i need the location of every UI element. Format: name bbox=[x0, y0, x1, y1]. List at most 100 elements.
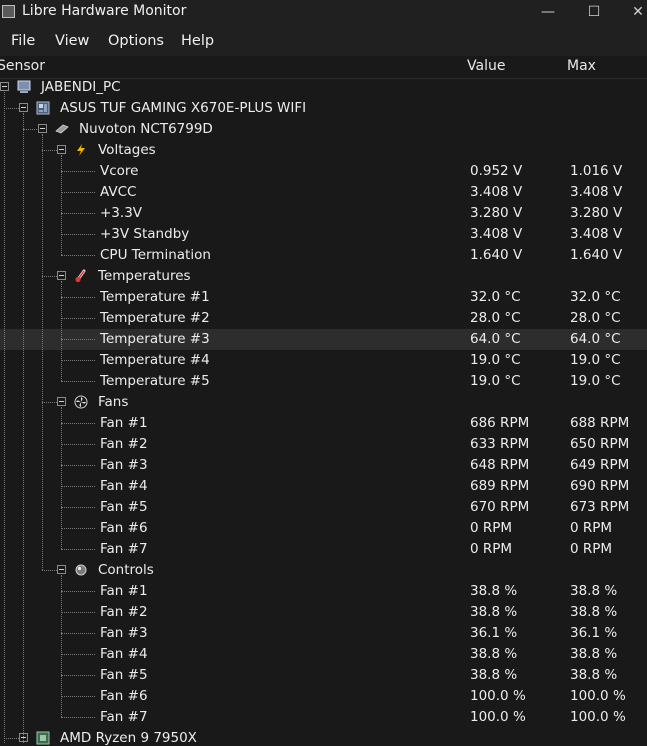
tree-connector bbox=[61, 360, 95, 361]
window-title: Libre Hardware Monitor bbox=[22, 3, 187, 19]
knob-icon bbox=[74, 563, 88, 577]
sensor-max: 100.0 % bbox=[570, 709, 626, 725]
collapse-toggle-icon[interactable] bbox=[38, 124, 47, 133]
column-header: Sensor Value Max bbox=[0, 56, 647, 79]
sensor-name: AVCC bbox=[100, 184, 137, 200]
close-button[interactable]: ✕ bbox=[615, 0, 647, 26]
menu-help[interactable]: Help bbox=[181, 33, 214, 49]
tree-node-group-label: Voltages bbox=[98, 142, 156, 158]
sensor-value: 28.0 °C bbox=[470, 310, 521, 326]
menu-options[interactable]: Options bbox=[108, 33, 164, 49]
sensor-name: Vcore bbox=[100, 163, 139, 179]
sensor-row[interactable]: Fan #4 38.8 % 38.8 % bbox=[0, 644, 647, 665]
sensor-row[interactable]: Fan #6 100.0 % 100.0 % bbox=[0, 686, 647, 707]
tree-connector bbox=[61, 575, 62, 717]
tree-node-group[interactable]: Fans bbox=[0, 392, 647, 413]
maximize-button[interactable]: ☐ bbox=[571, 0, 617, 26]
tree-node-group[interactable]: Voltages bbox=[0, 140, 647, 161]
sensor-max: 3.408 V bbox=[570, 184, 623, 200]
tree-connector bbox=[42, 150, 57, 151]
sensor-value: 0.952 V bbox=[470, 163, 523, 179]
sensor-row[interactable]: Fan #1 686 RPM 688 RPM bbox=[0, 413, 647, 434]
collapse-toggle-icon[interactable] bbox=[57, 565, 66, 574]
sensor-row[interactable]: Fan #5 670 RPM 673 RPM bbox=[0, 497, 647, 518]
sensor-max: 688 RPM bbox=[570, 415, 630, 431]
sensor-row[interactable]: Temperature #3 64.0 °C 64.0 °C bbox=[0, 329, 647, 350]
tree-connector bbox=[23, 129, 39, 130]
sensor-value: 0 RPM bbox=[470, 541, 513, 557]
sensor-row[interactable]: Fan #3 36.1 % 36.1 % bbox=[0, 623, 647, 644]
sensor-row[interactable]: Fan #5 38.8 % 38.8 % bbox=[0, 665, 647, 686]
sensor-row[interactable]: Fan #7 100.0 % 100.0 % bbox=[0, 707, 647, 728]
sensor-row[interactable]: CPU Termination 1.640 V 1.640 V bbox=[0, 245, 647, 266]
sensor-name: Fan #3 bbox=[100, 457, 148, 473]
collapse-toggle-icon[interactable] bbox=[57, 271, 66, 280]
sensor-row[interactable]: Temperature #1 32.0 °C 32.0 °C bbox=[0, 287, 647, 308]
sensor-name: Temperature #4 bbox=[100, 352, 210, 368]
tree-connector bbox=[61, 423, 95, 424]
column-sensor[interactable]: Sensor bbox=[0, 58, 45, 74]
tree-connector bbox=[61, 486, 95, 487]
tree-connector bbox=[61, 381, 95, 382]
sensor-max: 650 RPM bbox=[570, 436, 630, 452]
menu-file[interactable]: File bbox=[11, 33, 35, 49]
sensor-name: Temperature #1 bbox=[100, 289, 210, 305]
collapse-toggle-icon[interactable] bbox=[0, 82, 9, 91]
sensor-row[interactable]: Fan #2 633 RPM 650 RPM bbox=[0, 434, 647, 455]
tree-node-group[interactable]: Temperatures bbox=[0, 266, 647, 287]
collapse-toggle-icon[interactable] bbox=[57, 145, 66, 154]
tree-connector bbox=[42, 402, 57, 403]
tree-node-group[interactable]: Controls bbox=[0, 560, 647, 581]
sensor-row[interactable]: +3.3V 3.280 V 3.280 V bbox=[0, 203, 647, 224]
sensor-tree[interactable]: JABENDI_PC ASUS TUF GAMING X670E-PLUS WIF… bbox=[0, 77, 647, 746]
sensor-max: 38.8 % bbox=[570, 583, 618, 599]
sensor-max: 649 RPM bbox=[570, 457, 630, 473]
sensor-name: Fan #7 bbox=[100, 709, 148, 725]
sensor-value: 32.0 °C bbox=[470, 289, 521, 305]
menu-view[interactable]: View bbox=[55, 33, 89, 49]
sensor-row[interactable]: Fan #1 38.8 % 38.8 % bbox=[0, 581, 647, 602]
collapse-toggle-icon[interactable] bbox=[19, 103, 28, 112]
sensor-max: 19.0 °C bbox=[570, 352, 621, 368]
tree-node-computer[interactable]: JABENDI_PC bbox=[0, 77, 647, 98]
column-max[interactable]: Max bbox=[567, 58, 596, 74]
sensor-name: Fan #2 bbox=[100, 436, 148, 452]
column-value[interactable]: Value bbox=[467, 58, 505, 74]
sensor-row[interactable]: Vcore 0.952 V 1.016 V bbox=[0, 161, 647, 182]
sensor-row[interactable]: Fan #3 648 RPM 649 RPM bbox=[0, 455, 647, 476]
sensor-name: Fan #2 bbox=[100, 604, 148, 620]
sensor-row[interactable]: +3V Standby 3.408 V 3.408 V bbox=[0, 224, 647, 245]
sensor-value: 19.0 °C bbox=[470, 352, 521, 368]
sensor-value: 686 RPM bbox=[470, 415, 530, 431]
sensor-max: 38.8 % bbox=[570, 604, 618, 620]
sensor-name: Fan #6 bbox=[100, 520, 148, 536]
sensor-max: 1.640 V bbox=[570, 247, 623, 263]
sensor-max: 0 RPM bbox=[570, 541, 613, 557]
tree-connector bbox=[42, 134, 43, 570]
tree-connector bbox=[23, 113, 24, 743]
tree-node-motherboard[interactable]: ASUS TUF GAMING X670E-PLUS WIFI bbox=[0, 98, 647, 119]
tree-connector bbox=[61, 192, 95, 193]
app-icon bbox=[2, 5, 15, 18]
sensor-row[interactable]: Temperature #2 28.0 °C 28.0 °C bbox=[0, 308, 647, 329]
sensor-name: Fan #5 bbox=[100, 499, 148, 515]
tree-node-cpu[interactable]: AMD Ryzen 9 7950X bbox=[0, 728, 647, 746]
sensor-row[interactable]: Fan #4 689 RPM 690 RPM bbox=[0, 476, 647, 497]
sensor-name: Temperature #3 bbox=[100, 331, 210, 347]
sensor-row[interactable]: Fan #2 38.8 % 38.8 % bbox=[0, 602, 647, 623]
sensor-name: Fan #6 bbox=[100, 688, 148, 704]
sensor-row[interactable]: Temperature #4 19.0 °C 19.0 °C bbox=[0, 350, 647, 371]
collapse-toggle-icon[interactable] bbox=[57, 397, 66, 406]
tree-connector bbox=[61, 234, 95, 235]
sensor-row[interactable]: AVCC 3.408 V 3.408 V bbox=[0, 182, 647, 203]
tree-node-chip[interactable]: Nuvoton NCT6799D bbox=[0, 119, 647, 140]
sensor-max: 38.8 % bbox=[570, 646, 618, 662]
sensor-row[interactable]: Fan #7 0 RPM 0 RPM bbox=[0, 539, 647, 560]
tree-connector bbox=[61, 696, 95, 697]
sensor-row[interactable]: Temperature #5 19.0 °C 19.0 °C bbox=[0, 371, 647, 392]
sensor-max: 28.0 °C bbox=[570, 310, 621, 326]
sensor-max: 36.1 % bbox=[570, 625, 618, 641]
sensor-name: Temperature #5 bbox=[100, 373, 210, 389]
minimize-button[interactable]: — bbox=[525, 0, 571, 26]
sensor-row[interactable]: Fan #6 0 RPM 0 RPM bbox=[0, 518, 647, 539]
